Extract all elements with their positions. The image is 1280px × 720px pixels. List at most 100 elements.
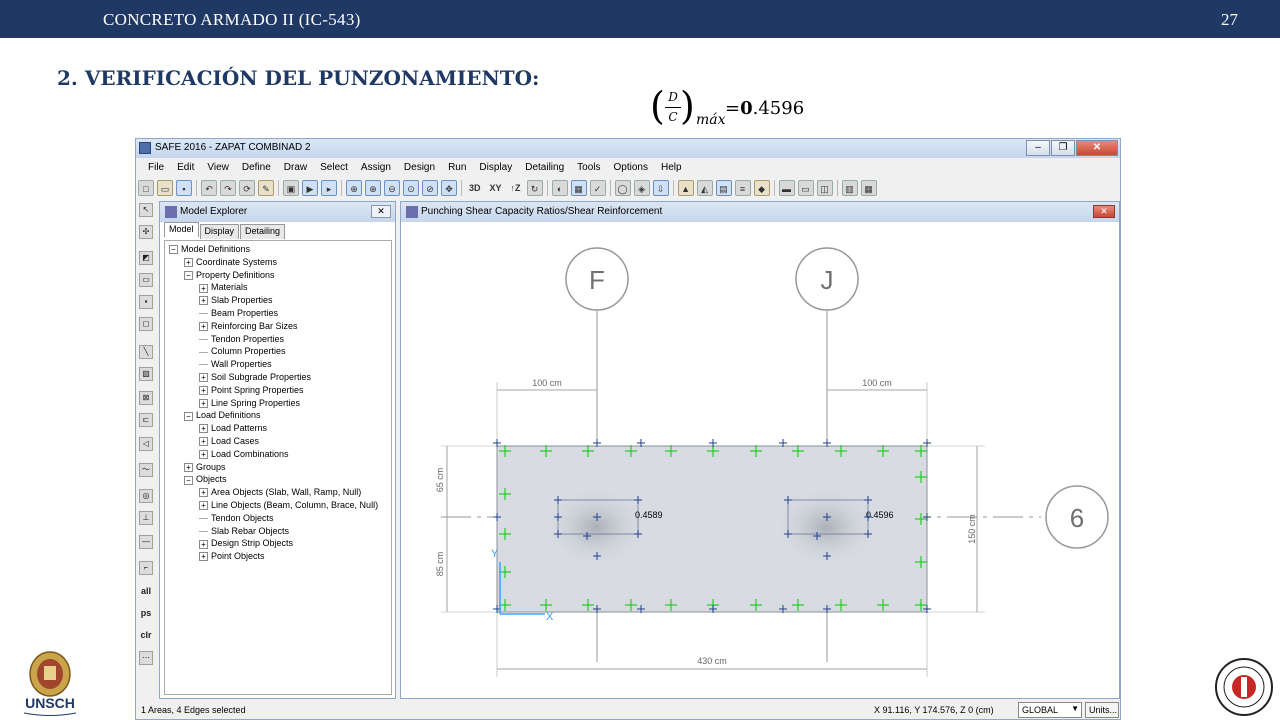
- tree-node[interactable]: − Model Definitions: [169, 244, 250, 255]
- menu-tools[interactable]: Tools: [577, 159, 606, 177]
- restore-button[interactable]: ❐: [1051, 140, 1075, 156]
- draw-point-icon[interactable]: ◎: [139, 489, 153, 503]
- expand-icon[interactable]: +: [199, 321, 208, 331]
- menu-help[interactable]: Help: [661, 159, 688, 177]
- menu-file[interactable]: File: [148, 159, 170, 177]
- zoom-in-icon[interactable]: ⊕: [365, 180, 381, 196]
- pan-icon[interactable]: ✥: [441, 180, 457, 196]
- menu-draw[interactable]: Draw: [284, 159, 313, 177]
- show-loads-icon[interactable]: ⇩: [652, 180, 669, 196]
- check-icon[interactable]: ✓: [589, 180, 606, 196]
- draw-wall-icon[interactable]: ⊏: [139, 413, 153, 427]
- view-3d-button[interactable]: 3D: [466, 180, 484, 196]
- draw-column-icon[interactable]: ⊠: [139, 391, 153, 405]
- tree-node[interactable]: + Line Spring Properties: [199, 398, 300, 408]
- tree-node[interactable]: + Load Cases: [199, 436, 259, 447]
- reactions-icon[interactable]: ▲: [677, 180, 694, 196]
- expand-icon[interactable]: +: [199, 488, 208, 498]
- draw-area-icon[interactable]: ◩: [139, 251, 153, 265]
- previous-selection-button[interactable]: ps: [139, 607, 153, 621]
- menu-detailing[interactable]: Detailing: [525, 159, 570, 177]
- tree-node[interactable]: + Slab Properties: [199, 295, 273, 306]
- menu-display[interactable]: Display: [479, 159, 518, 177]
- redo-icon[interactable]: ↷: [220, 180, 236, 196]
- menu-run[interactable]: Run: [448, 159, 472, 177]
- menu-define[interactable]: Define: [242, 159, 277, 177]
- expand-icon[interactable]: +: [184, 462, 193, 472]
- reshape-icon[interactable]: ✣: [139, 225, 153, 239]
- lock-icon[interactable]: ▣: [283, 180, 299, 196]
- show-undeformed-icon[interactable]: ◯: [614, 180, 631, 196]
- tree-node[interactable]: − Property Definitions: [184, 270, 275, 280]
- tab-model[interactable]: Model: [164, 222, 199, 237]
- run-icon[interactable]: ▶: [302, 180, 318, 196]
- strip-forces-icon[interactable]: ≡: [734, 180, 751, 196]
- draw-strip-icon[interactable]: 〜: [139, 463, 153, 477]
- tree-node[interactable]: + Materials: [199, 282, 248, 293]
- draw-tendon-icon[interactable]: ◁: [139, 437, 153, 451]
- menu-design[interactable]: Design: [404, 159, 441, 177]
- collapse-icon[interactable]: −: [184, 270, 193, 280]
- view-xy-button[interactable]: XY: [487, 180, 505, 196]
- zoom-previous-icon[interactable]: ⊘: [422, 180, 438, 196]
- zoom-fit-icon[interactable]: ⊙: [403, 180, 419, 196]
- expand-icon[interactable]: +: [199, 424, 208, 434]
- expand-icon[interactable]: +: [199, 501, 208, 511]
- tree-node[interactable]: Column Properties: [199, 346, 286, 356]
- collapse-icon[interactable]: −: [169, 245, 178, 255]
- collapse-icon[interactable]: −: [184, 411, 193, 421]
- draw-rectangle-icon[interactable]: ▭: [139, 273, 153, 287]
- pencil-icon[interactable]: ✎: [258, 180, 274, 196]
- select-all-button[interactable]: all: [139, 585, 153, 599]
- expand-icon[interactable]: +: [199, 552, 208, 562]
- model-explorer-close-button[interactable]: ✕: [371, 205, 391, 218]
- slab-design-icon[interactable]: ▬: [778, 180, 795, 196]
- collapse-icon[interactable]: −: [184, 475, 193, 485]
- snap-icon[interactable]: ⌐: [139, 561, 153, 575]
- run-analysis-icon[interactable]: ▸: [321, 180, 337, 196]
- rotate-icon[interactable]: ↻: [526, 180, 543, 196]
- zoom-window-icon[interactable]: ⊕: [346, 180, 362, 196]
- tree-node[interactable]: + Point Spring Properties: [199, 385, 304, 395]
- tree-node[interactable]: + Point Objects: [199, 551, 265, 562]
- tree-node[interactable]: + Coordinate Systems: [184, 257, 277, 267]
- refresh-icon[interactable]: ⟳: [239, 180, 255, 196]
- punching-icon[interactable]: ◆: [753, 180, 770, 196]
- open-folder-icon[interactable]: ▭: [157, 180, 173, 196]
- show-deformed-icon[interactable]: ◈: [633, 180, 650, 196]
- draw-rebar-icon[interactable]: —: [139, 535, 153, 549]
- close-button[interactable]: ✕: [1076, 140, 1118, 156]
- tree-node[interactable]: Beam Properties: [199, 308, 278, 318]
- draw-line-icon[interactable]: ╲: [139, 345, 153, 359]
- dimension-icon[interactable]: ⊥: [139, 511, 153, 525]
- menu-assign[interactable]: Assign: [361, 159, 397, 177]
- tree-node[interactable]: Wall Properties: [199, 359, 272, 369]
- expand-icon[interactable]: +: [199, 398, 208, 408]
- tree-node[interactable]: Slab Rebar Objects: [199, 526, 289, 536]
- model-explorer-titlebar[interactable]: Model Explorer ✕: [160, 202, 395, 222]
- window-titlebar[interactable]: SAFE 2016 - ZAPAT COMBINAD 2 – ❐ ✕: [136, 139, 1120, 158]
- punching-window-close-button[interactable]: ✕: [1093, 205, 1115, 218]
- expand-icon[interactable]: +: [199, 385, 208, 395]
- menu-options[interactable]: Options: [614, 159, 654, 177]
- display-options-icon[interactable]: ◫: [816, 180, 833, 196]
- beam-design-icon[interactable]: ▭: [797, 180, 814, 196]
- zoom-out-icon[interactable]: ⊖: [384, 180, 400, 196]
- menu-view[interactable]: View: [207, 159, 235, 177]
- expand-icon[interactable]: +: [199, 296, 208, 306]
- minimize-button[interactable]: –: [1026, 140, 1050, 156]
- selection-box-icon[interactable]: ⋯: [139, 651, 153, 665]
- object-shrink-icon[interactable]: ◐: [551, 180, 568, 196]
- tree-node[interactable]: + Groups: [184, 462, 226, 472]
- tree-node[interactable]: Tendon Objects: [199, 513, 274, 523]
- expand-icon[interactable]: +: [199, 373, 208, 383]
- save-icon[interactable]: ▪: [176, 180, 192, 196]
- expand-icon[interactable]: +: [199, 437, 208, 447]
- expand-icon[interactable]: +: [199, 283, 208, 293]
- tree-node[interactable]: + Load Combinations: [199, 449, 289, 459]
- units-button[interactable]: Units...: [1085, 702, 1119, 718]
- tree-node[interactable]: Tendon Properties: [199, 334, 284, 344]
- expand-icon[interactable]: +: [199, 449, 208, 459]
- stress-icon[interactable]: ▤: [715, 180, 732, 196]
- tree-node[interactable]: + Design Strip Objects: [199, 538, 293, 549]
